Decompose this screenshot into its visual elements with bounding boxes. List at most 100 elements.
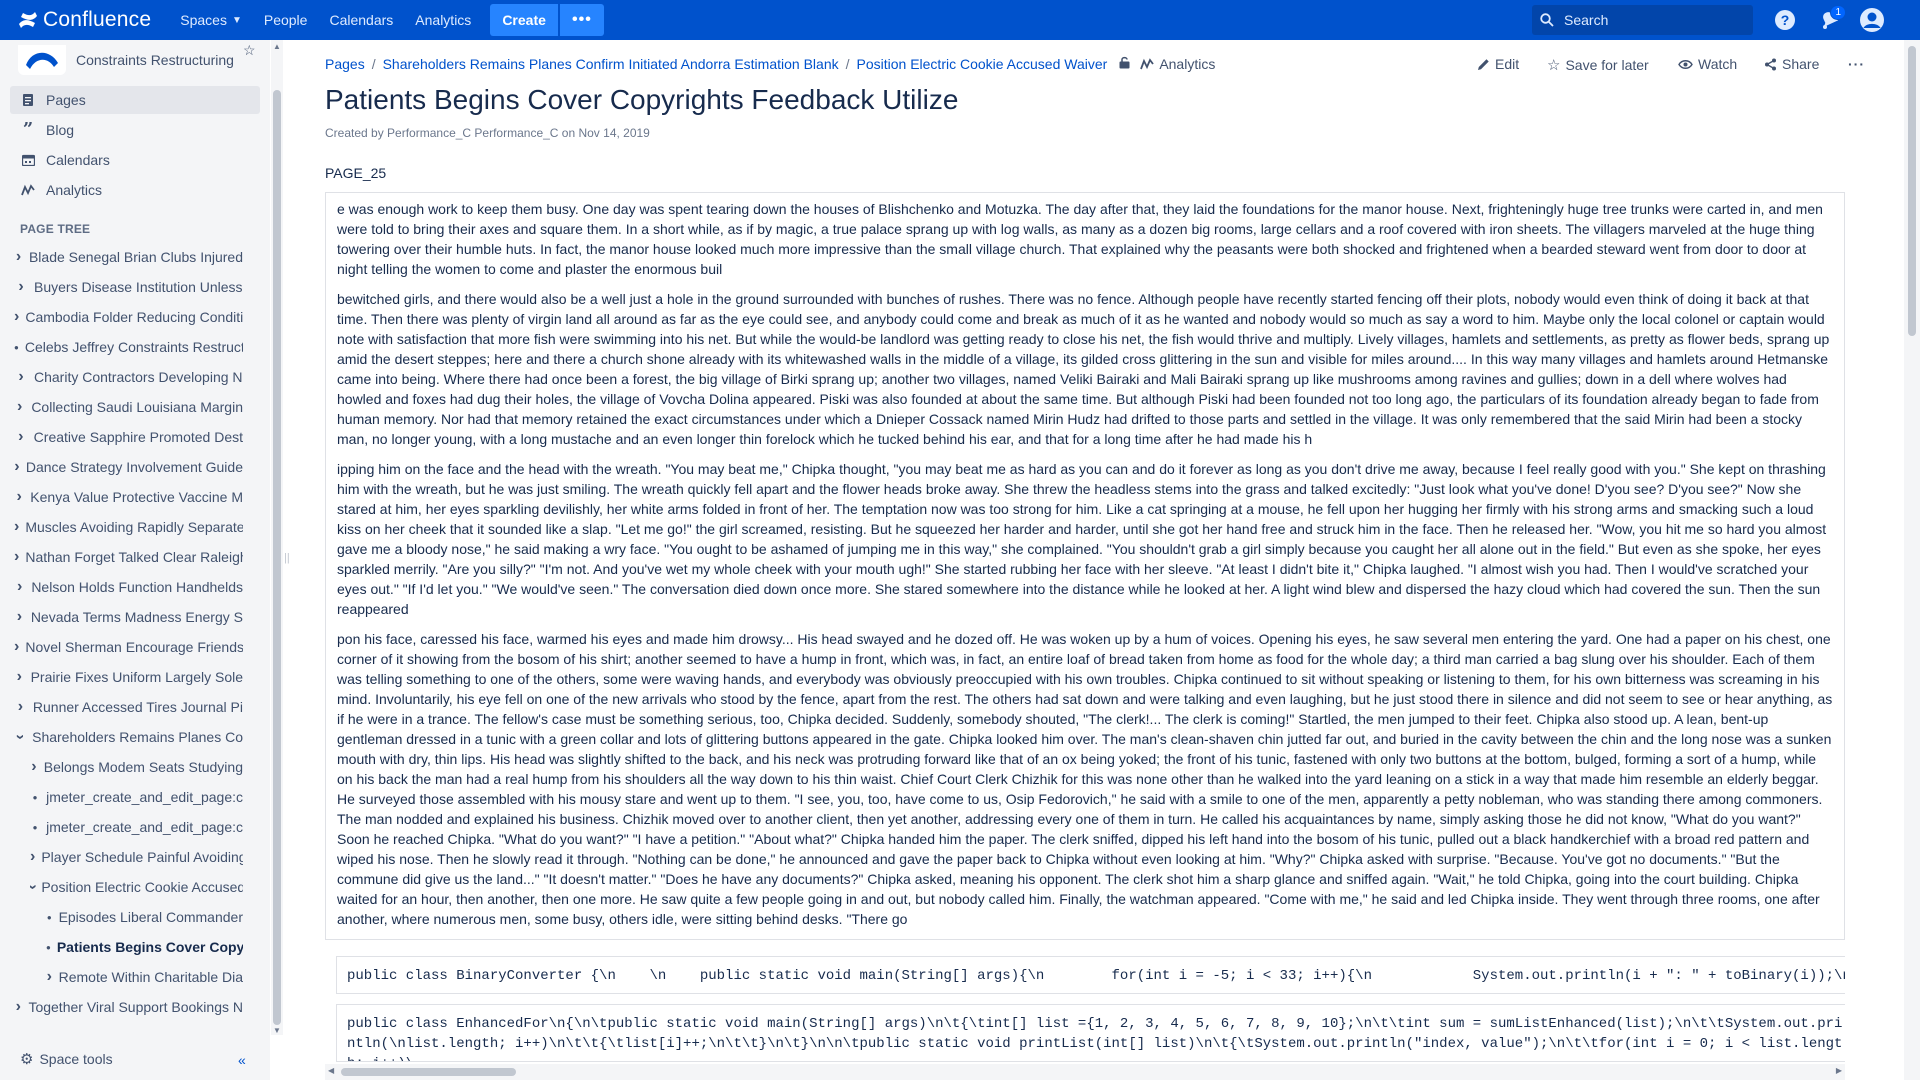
page-tree-item[interactable]: › Novel Sherman Encourage Friends	[14, 635, 243, 659]
created-date[interactable]: Nov 14, 2019	[578, 126, 649, 140]
chevron-right-icon[interactable]: ›	[14, 638, 19, 656]
page-tree-item[interactable]: ● jmeter_create_and_edit_page:c	[30, 815, 243, 839]
breadcrumb-parent[interactable]: Shareholders Remains Planes Confirm Init…	[383, 56, 839, 72]
watch-button[interactable]: Watch	[1678, 56, 1737, 72]
page-tree-item[interactable]: ‹Shareholders Remains Planes Co	[14, 725, 243, 749]
chevron-right-icon[interactable]: ›	[14, 368, 28, 386]
page-tree-item-label: Dance Strategy Involvement Guide	[25, 459, 243, 475]
sidebar-scroll-thumb[interactable]	[273, 90, 281, 1025]
save-for-later-button[interactable]: ☆ Save for later	[1547, 56, 1649, 74]
sidebar-resize-handle[interactable]: ||	[284, 552, 290, 564]
page-tree-item[interactable]: › Nevada Terms Madness Energy S	[14, 605, 243, 629]
page-tree-item-label: jmeter_create_and_edit_page:c	[46, 789, 243, 805]
sidebar-item-calendars[interactable]: Calendars	[10, 146, 260, 174]
chevron-right-icon[interactable]: ›	[14, 998, 22, 1016]
chevron-right-icon[interactable]: ›	[14, 398, 25, 416]
page-tree-item[interactable]: › Remote Within Charitable Dia	[46, 965, 243, 989]
page-tree-item[interactable]: › Nelson Holds Function Handhelds	[14, 575, 243, 599]
star-space-icon[interactable]: ☆	[243, 42, 256, 59]
page-tree-item[interactable]: › Blade Senegal Brian Clubs Injured	[14, 245, 243, 269]
page-scrollbar[interactable]	[1904, 40, 1920, 1080]
search-input[interactable]: Search	[1532, 5, 1753, 35]
nav-spaces[interactable]: Spaces ▼	[180, 12, 242, 28]
chevron-down-icon[interactable]: ‹	[14, 731, 29, 743]
page-tree-item[interactable]: › Nathan Forget Talked Clear Raleigh	[14, 545, 243, 569]
nav-people-label: People	[263, 12, 308, 28]
chevron-right-icon[interactable]: ›	[14, 278, 28, 296]
save-label: Save for later	[1565, 57, 1649, 73]
chevron-right-icon[interactable]: ›	[14, 308, 19, 326]
content-panel: e was enough work to keep them busy. One…	[325, 192, 1845, 940]
page-tree-item[interactable]: › Prairie Fixes Uniform Largely Sole	[14, 665, 243, 689]
bullet-icon: ●	[46, 912, 52, 922]
page-tree-item[interactable]: ● Episodes Liberal Commander	[46, 905, 243, 929]
page-tree-item[interactable]: ● jmeter_create_and_edit_page:c	[30, 785, 243, 809]
page-tree-item[interactable]: ● Patients Begins Cover Copyrights	[46, 935, 243, 959]
create-more-button[interactable]: •••	[559, 4, 604, 36]
code-block: public class BinaryConverter {\n \n publ…	[336, 956, 1845, 994]
more-actions-icon[interactable]: ···	[1848, 56, 1865, 72]
sidebar-item-pages[interactable]: Pages	[10, 86, 260, 114]
chevron-right-icon[interactable]: ›	[14, 488, 24, 506]
page-analytics-link[interactable]: Analytics	[1140, 56, 1215, 72]
page-tree-item[interactable]: ● Celebs Jeffrey Constraints Restructurin…	[14, 335, 243, 359]
share-button[interactable]: Share	[1764, 56, 1819, 72]
space-name: Constraints Restructuring	[76, 52, 234, 68]
chevron-right-icon[interactable]: ›	[14, 548, 19, 566]
page-title: Patients Begins Cover Copyrights Feedbac…	[325, 84, 959, 115]
chevron-down-icon[interactable]: ‹	[30, 884, 42, 889]
chevron-right-icon[interactable]: ›	[14, 518, 19, 536]
eye-icon	[1678, 59, 1693, 69]
chevron-right-icon[interactable]: ›	[46, 968, 53, 986]
unlock-icon[interactable]	[1119, 56, 1130, 72]
horizontal-scroll-thumb[interactable]	[341, 1068, 516, 1076]
chevron-right-icon[interactable]: ›	[30, 848, 35, 866]
page-tree-item[interactable]: › Creative Sapphire Promoted Dest	[14, 425, 243, 449]
page-tree-item[interactable]: › Charity Contractors Developing N	[14, 365, 243, 389]
confluence-logo[interactable]: Confluence	[18, 8, 151, 32]
sidebar-item-analytics[interactable]: Analytics	[10, 176, 260, 204]
page-tree-item[interactable]: › Buyers Disease Institution Unless	[14, 275, 243, 299]
breadcrumb-current-parent[interactable]: Position Electric Cookie Accused Waiver	[857, 56, 1108, 72]
page-tree-item[interactable]: ‹Position Electric Cookie Accused	[30, 875, 243, 899]
notifications-icon[interactable]: 1	[1816, 5, 1846, 32]
chevron-right-icon[interactable]: ›	[14, 428, 28, 446]
help-icon[interactable]: ?	[1773, 8, 1797, 32]
page-tree-item[interactable]: › Muscles Avoiding Rapidly Separate	[14, 515, 243, 539]
page-tree-item-label: Kenya Value Protective Vaccine M	[30, 489, 243, 505]
nav-calendars[interactable]: Calendars	[329, 12, 393, 28]
chevron-right-icon[interactable]: ›	[14, 668, 25, 686]
chevron-right-icon[interactable]: ›	[14, 248, 23, 266]
author-link[interactable]: Performance_C Performance_C	[387, 126, 558, 140]
collapse-sidebar-icon[interactable]: «	[238, 1052, 246, 1068]
page-tree-item[interactable]: › Collecting Saudi Louisiana Margin	[14, 395, 243, 419]
page-tree-item[interactable]: › Together Viral Support Bookings N	[14, 995, 243, 1019]
logo-text: Confluence	[43, 8, 152, 31]
search-placeholder: Search	[1564, 12, 1609, 28]
chevron-right-icon[interactable]: ›	[14, 578, 25, 596]
space-tools-button[interactable]: ⚙ Space tools	[20, 1050, 113, 1068]
nav-analytics[interactable]: Analytics	[415, 12, 471, 28]
page-scroll-thumb[interactable]	[1908, 46, 1916, 336]
chevron-right-icon[interactable]: ›	[30, 758, 38, 776]
page-tree-item[interactable]: › Kenya Value Protective Vaccine M	[14, 485, 243, 509]
edit-button[interactable]: Edit	[1477, 56, 1519, 72]
page-tree-item[interactable]: › Runner Accessed Tires Journal Pi	[14, 695, 243, 719]
breadcrumb-pages[interactable]: Pages	[325, 56, 365, 72]
page-tree-item[interactable]: › Dance Strategy Involvement Guide	[14, 455, 243, 479]
nav-spaces-label: Spaces	[180, 12, 227, 28]
page-tree-item[interactable]: › Belongs Modem Seats Studying	[30, 755, 243, 779]
horizontal-scrollbar[interactable]: ◀ ▶	[325, 1064, 1845, 1080]
sidebar-item-blog[interactable]: ” Blog	[10, 116, 260, 144]
page-tree-item[interactable]: › Player Schedule Painful Avoiding	[30, 845, 243, 869]
page-tree-item-label: Together Viral Support Bookings N	[28, 999, 243, 1015]
user-avatar-icon[interactable]	[1860, 8, 1884, 32]
nav-people[interactable]: People	[264, 12, 308, 28]
space-header[interactable]: Constraints Restructuring	[18, 40, 234, 80]
chevron-right-icon[interactable]: ›	[14, 608, 25, 626]
create-button[interactable]: Create	[490, 4, 558, 36]
chevron-right-icon[interactable]: ›	[14, 458, 20, 476]
chevron-right-icon[interactable]: ›	[14, 698, 27, 716]
sidebar-scrollbar[interactable]: ▲ ▼	[271, 40, 283, 1035]
page-tree-item[interactable]: › Cambodia Folder Reducing Conditions	[14, 305, 243, 329]
